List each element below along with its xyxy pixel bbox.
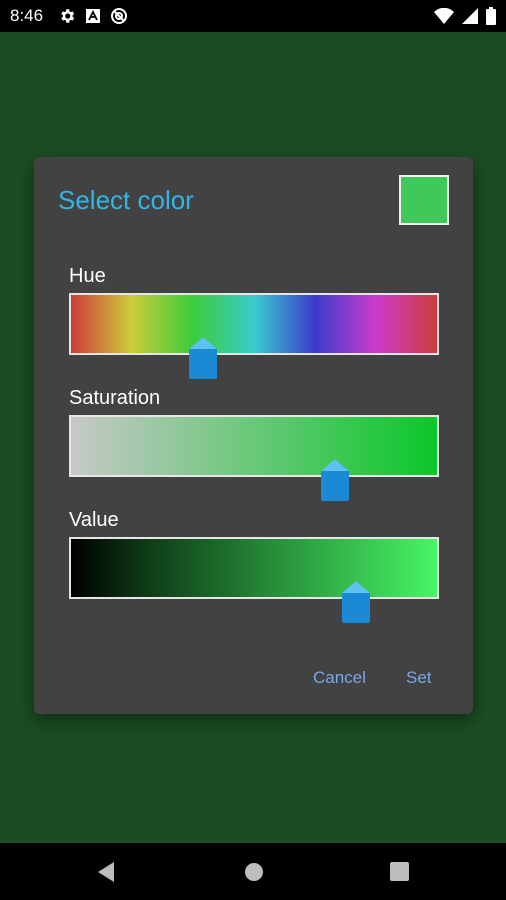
navigation-bar: [0, 843, 506, 900]
back-icon[interactable]: [96, 862, 116, 882]
recents-icon[interactable]: [390, 862, 409, 881]
dialog-title: Select color: [58, 185, 194, 215]
cancel-button[interactable]: Cancel: [313, 668, 366, 688]
color-preview-swatch: [399, 175, 449, 225]
set-button[interactable]: Set: [406, 668, 432, 688]
status-icons-right: [434, 7, 496, 25]
color-picker-dialog: Select color Hue Saturation Value Cancel…: [34, 157, 473, 714]
status-time: 8:46: [10, 6, 44, 25]
saturation-slider-thumb[interactable]: [319, 459, 351, 501]
saturation-slider-track[interactable]: [69, 415, 439, 477]
saturation-label: Saturation: [69, 387, 161, 409]
home-icon[interactable]: [244, 862, 264, 882]
battery-icon: [486, 7, 496, 25]
hue-label: Hue: [69, 265, 106, 287]
a-badge-icon: [85, 8, 101, 24]
status-bar: 8:46: [0, 0, 506, 32]
status-icons-left: [58, 7, 128, 25]
hue-slider-track[interactable]: [69, 293, 439, 355]
settings-icon: [58, 7, 76, 25]
do-not-disturb-icon: [110, 7, 128, 25]
hue-slider-thumb[interactable]: [187, 337, 219, 379]
value-label: Value: [69, 509, 119, 531]
signal-icon: [462, 8, 478, 24]
wifi-icon: [434, 8, 454, 24]
value-slider-track[interactable]: [69, 537, 439, 599]
value-slider-thumb[interactable]: [340, 581, 372, 623]
